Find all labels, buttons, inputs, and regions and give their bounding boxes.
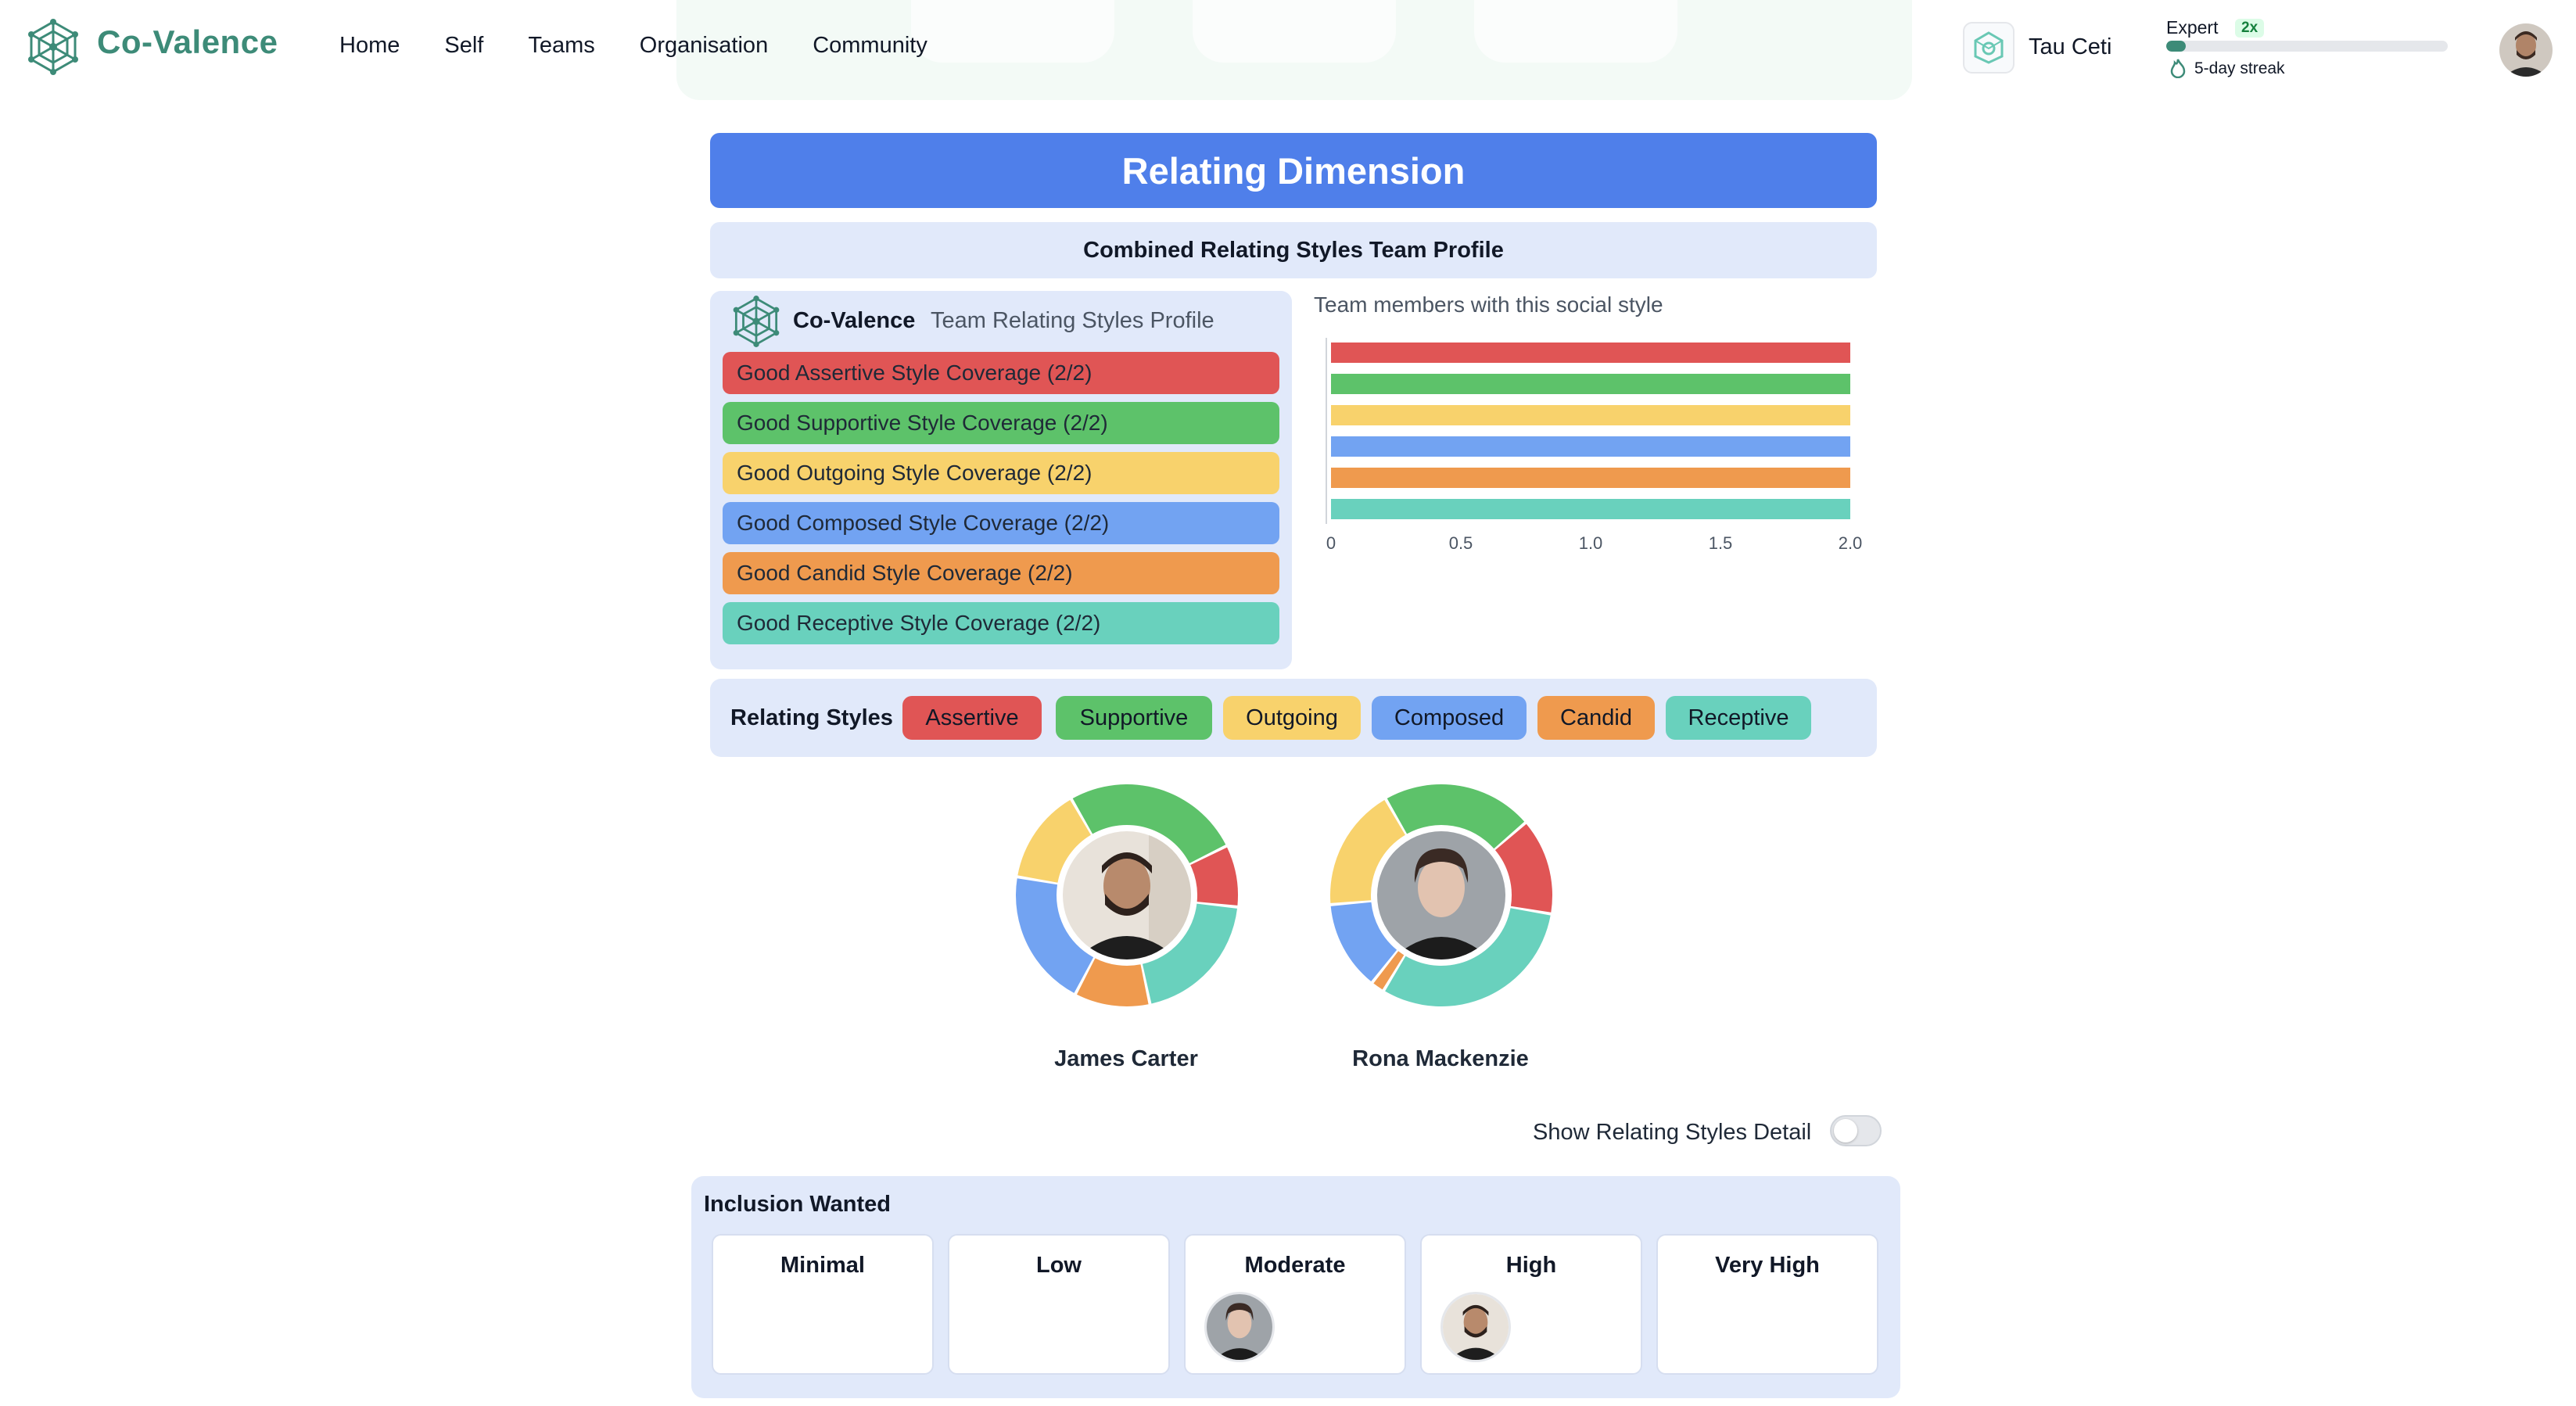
member-photo: [1373, 827, 1509, 963]
coverage-receptive: Good Receptive Style Coverage (2/2): [723, 602, 1279, 644]
inclusion-level-very-high[interactable]: Very High: [1656, 1234, 1878, 1375]
legend-chip-candid[interactable]: Candid: [1537, 696, 1655, 740]
x-tick-label: 1.0: [1579, 533, 1603, 553]
streak-label: 5-day streak: [2194, 59, 2285, 77]
inclusion-level-moderate[interactable]: Moderate: [1184, 1234, 1406, 1375]
team-badge-icon[interactable]: [1963, 22, 2015, 74]
level-label: Expert: [2166, 17, 2219, 38]
member-photo: [1059, 827, 1195, 963]
profile-brand: Co-Valence: [793, 308, 916, 333]
member-avatar-rona[interactable]: [1204, 1292, 1275, 1362]
legend-chip-assertive[interactable]: Assertive: [902, 696, 1042, 740]
user-avatar[interactable]: [2499, 23, 2553, 77]
bar-composed[interactable]: [1331, 436, 1850, 457]
bar-candid[interactable]: [1331, 468, 1850, 488]
xp-progress-fill: [2166, 41, 2187, 52]
profile-subtitle: Team Relating Styles Profile: [931, 308, 1214, 333]
legend-chip-supportive[interactable]: Supportive: [1056, 696, 1212, 740]
coverage-supportive: Good Supportive Style Coverage (2/2): [723, 402, 1279, 444]
member-name-james[interactable]: James Carter: [970, 1046, 1283, 1072]
main-nav: Home Self Teams Organisation Community: [339, 33, 927, 59]
member-name-rona[interactable]: Rona Mackenzie: [1284, 1046, 1597, 1072]
legend-title: Relating Styles: [730, 705, 893, 730]
inclusion-level-minimal[interactable]: Minimal: [712, 1234, 934, 1375]
bar-receptive[interactable]: [1331, 499, 1850, 519]
current-team-name[interactable]: Tau Ceti: [2029, 34, 2111, 60]
toggle-knob: [1834, 1119, 1857, 1142]
top-navbar: Co-Valence Home Self Teams Organisation …: [0, 0, 2576, 97]
coverage-candid: Good Candid Style Coverage (2/2): [723, 552, 1279, 594]
member-donut-rona[interactable]: [1328, 782, 1555, 1009]
multiplier-badge: 2x: [2235, 19, 2265, 38]
inclusion-level-label: High: [1505, 1253, 1557, 1278]
legend-chip-composed[interactable]: Composed: [1372, 696, 1527, 740]
coverage-outgoing: Good Outgoing Style Coverage (2/2): [723, 452, 1279, 494]
bar-outgoing[interactable]: [1331, 405, 1850, 425]
flame-icon: [2170, 59, 2186, 78]
inclusion-level-label: Moderate: [1244, 1253, 1346, 1278]
detail-toggle-label: Show Relating Styles Detail: [1533, 1120, 1812, 1145]
member-avatar-james[interactable]: [1440, 1292, 1511, 1362]
xp-progress-bar: [2166, 41, 2448, 52]
nav-organisation[interactable]: Organisation: [640, 33, 768, 59]
x-tick-label: 2.0: [1839, 533, 1863, 553]
coverage-composed: Good Composed Style Coverage (2/2): [723, 502, 1279, 544]
inclusion-title: Inclusion Wanted: [704, 1192, 891, 1217]
inclusion-level-label: Minimal: [780, 1253, 865, 1278]
chart-title: Team members with this social style: [1314, 292, 1663, 317]
style-count-bar-chart: 0 0.5 1.0 1.5 2.0: [1326, 338, 1863, 553]
nav-self[interactable]: Self: [444, 33, 483, 59]
brand-name[interactable]: Co-Valence: [97, 23, 278, 61]
x-tick-label: 1.5: [1709, 533, 1733, 553]
inclusion-level-label: Very High: [1715, 1253, 1820, 1278]
inclusion-level-high[interactable]: High: [1420, 1234, 1642, 1375]
relating-styles-legend: Relating Styles Assertive Supportive Out…: [710, 679, 1877, 757]
x-tick-label: 0: [1326, 533, 1336, 553]
inclusion-level-label: Low: [1036, 1253, 1082, 1278]
inclusion-wanted-panel: Inclusion Wanted Minimal Low Moderate Hi…: [691, 1176, 1900, 1398]
coverage-assertive: Good Assertive Style Coverage (2/2): [723, 352, 1279, 394]
nav-teams[interactable]: Teams: [528, 33, 594, 59]
member-donut-james[interactable]: [1014, 782, 1240, 1009]
page-title: Relating Dimension: [710, 133, 1877, 208]
section-subtitle: Combined Relating Styles Team Profile: [710, 222, 1877, 278]
co-valence-logo-icon[interactable]: [25, 19, 81, 75]
bar-supportive[interactable]: [1331, 374, 1850, 394]
nav-home[interactable]: Home: [339, 33, 400, 59]
x-tick-label: 0.5: [1449, 533, 1473, 553]
co-valence-logo-icon: [733, 296, 780, 347]
legend-chip-outgoing[interactable]: Outgoing: [1223, 696, 1361, 740]
detail-toggle-switch[interactable]: [1830, 1115, 1882, 1146]
inclusion-level-low[interactable]: Low: [948, 1234, 1170, 1375]
bar-assertive[interactable]: [1331, 343, 1850, 363]
team-profile-panel: Co-Valence Team Relating Styles Profile …: [710, 291, 1292, 669]
nav-community[interactable]: Community: [813, 33, 927, 59]
legend-chip-receptive[interactable]: Receptive: [1666, 696, 1811, 740]
